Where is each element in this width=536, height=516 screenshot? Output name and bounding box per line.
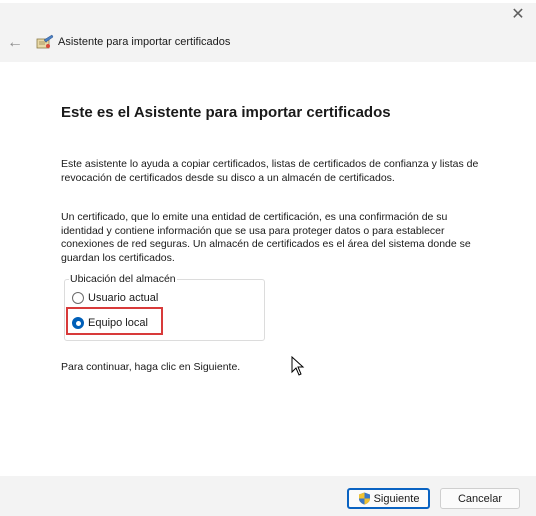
back-arrow-icon: ← — [7, 34, 23, 51]
certificate-info-paragraph: Un certificado, que lo emite una entidad… — [61, 211, 471, 264]
certificate-wizard-icon — [36, 34, 54, 49]
intro-paragraph: Este asistente lo ayuda a copiar certifi… — [61, 158, 479, 184]
close-button[interactable]: ✕ — [500, 0, 536, 28]
next-button-label: Siguiente — [373, 492, 420, 505]
radio-current-user[interactable]: Usuario actual — [72, 292, 158, 304]
top-accent — [0, 0, 536, 3]
continue-instruction: Para continuar, haga clic en Siguiente. — [61, 361, 241, 373]
next-button[interactable]: Siguiente — [347, 488, 430, 509]
annotation-highlight-box — [66, 307, 163, 335]
window-title: Asistente para importar certificados — [58, 36, 231, 48]
radio-current-user-indicator[interactable] — [72, 292, 84, 304]
back-button[interactable]: ← — [6, 34, 24, 52]
mouse-cursor-icon — [291, 356, 305, 376]
store-location-legend: Ubicación del almacén — [69, 273, 177, 285]
radio-current-user-label: Usuario actual — [88, 292, 159, 304]
cancel-button-label: Cancelar — [457, 492, 503, 505]
close-icon: ✕ — [511, 6, 525, 23]
cancel-button[interactable]: Cancelar — [440, 488, 520, 509]
page-title: Este es el Asistente para importar certi… — [61, 104, 391, 121]
title-bar — [0, 0, 536, 62]
shield-icon — [358, 492, 370, 505]
